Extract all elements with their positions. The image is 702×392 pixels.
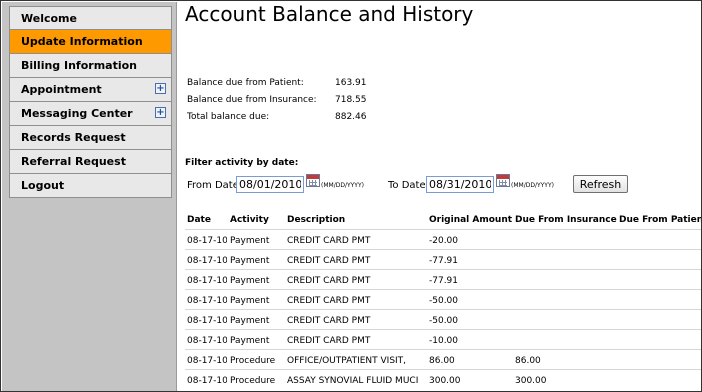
sidebar-item-messaging-center[interactable]: Messaging Center +: [9, 102, 172, 126]
cell-due-from-insurance: 300.00: [515, 376, 547, 386]
app-window: Welcome Update Information Billing Informa…: [0, 0, 702, 392]
sidebar-item-label: Billing Information: [21, 59, 137, 72]
sidebar: Welcome Update Information Billing Informa…: [2, 2, 177, 391]
refresh-button[interactable]: Refresh: [573, 175, 628, 193]
cell-activity: Payment: [230, 296, 270, 306]
table-row: 08-17-10 Payment CREDIT CARD PMT -50.00: [185, 309, 701, 329]
cell-original-amount: -77.91: [429, 276, 459, 286]
sidebar-item-appointment[interactable]: Appointment +: [9, 78, 172, 102]
cell-activity: Payment: [230, 316, 270, 326]
table-row: 08-17-10 Procedure OFFICE/OUTPATIENT VISIT…: [185, 349, 701, 369]
balance-label: Total balance due:: [187, 112, 270, 122]
cell-date: 08-17-10: [187, 316, 227, 326]
balance-value: 882.46: [335, 112, 367, 122]
cell-original-amount: -77.91: [429, 256, 459, 266]
calendar-icon[interactable]: [496, 174, 510, 187]
table-row: 08-17-10 Payment CREDIT CARD PMT -77.91: [185, 269, 701, 289]
sidebar-nav: Welcome Update Information Billing Informa…: [9, 6, 172, 198]
column-header-due-from-patient: Due From Patient: [619, 215, 702, 225]
page-title: Account Balance and History: [185, 2, 474, 26]
column-header-original-amount: Original Amount: [429, 215, 513, 225]
table-row: 08-17-10 Payment CREDIT CARD PMT -77.91: [185, 249, 701, 269]
cell-date: 08-17-10: [187, 236, 227, 246]
balance-label: Balance due from Insurance:: [187, 95, 317, 105]
cell-description: ASSAY SYNOVIAL FLUID MUCI: [287, 376, 419, 386]
sidebar-item-billing-information[interactable]: Billing Information: [9, 54, 172, 78]
sidebar-item-label: Records Request: [21, 131, 126, 144]
sidebar-item-referral-request[interactable]: Referral Request: [9, 150, 172, 174]
cell-original-amount: -50.00: [429, 316, 459, 326]
cell-activity: Payment: [230, 236, 270, 246]
to-date-format-hint: (MM/DD/YYYY): [511, 182, 554, 189]
sidebar-item-label: Appointment: [21, 83, 102, 96]
balance-label: Balance due from Patient:: [187, 78, 304, 88]
cell-date: 08-17-10: [187, 276, 227, 286]
cell-original-amount: -10.00: [429, 336, 459, 346]
cell-original-amount: -50.00: [429, 296, 459, 306]
cell-description: CREDIT CARD PMT: [287, 276, 371, 286]
cell-activity: Procedure: [230, 356, 276, 366]
to-date-input[interactable]: [426, 176, 494, 193]
sidebar-item-label: Messaging Center: [21, 107, 133, 120]
table-row: 08-17-10 Procedure ASSAY SYNOVIAL FLUID MU…: [185, 369, 701, 389]
cell-date: 08-17-10: [187, 296, 227, 306]
cell-original-amount: 300.00: [429, 376, 461, 386]
cell-due-from-insurance: 86.00: [515, 356, 541, 366]
cell-date: 08-17-10: [187, 336, 227, 346]
cell-description: CREDIT CARD PMT: [287, 296, 371, 306]
column-header-date: Date: [187, 215, 211, 225]
column-header-due-from-insurance: Due From Insurance: [515, 215, 617, 225]
cell-description: OFFICE/OUTPATIENT VISIT,: [287, 356, 407, 366]
from-date-label: From Date:: [187, 180, 243, 191]
sidebar-item-label: Logout: [21, 179, 65, 192]
cell-activity: Payment: [230, 256, 270, 266]
cell-date: 08-17-10: [187, 256, 227, 266]
sidebar-item-label: Update Information: [21, 35, 143, 48]
table-row: 08-17-10 Payment CREDIT CARD PMT -10.00: [185, 329, 701, 349]
calendar-icon[interactable]: [306, 174, 320, 187]
filter-heading: Filter activity by date:: [185, 158, 299, 168]
activity-table: Date Activity Description Original Amount Du…: [185, 209, 702, 389]
sidebar-item-label: Welcome: [21, 12, 77, 25]
table-row: 08-17-10 Payment CREDIT CARD PMT -50.00: [185, 289, 701, 309]
sidebar-item-welcome[interactable]: Welcome: [9, 6, 172, 30]
sidebar-item-logout[interactable]: Logout: [9, 174, 172, 198]
expand-icon[interactable]: +: [155, 83, 166, 94]
column-header-activity: Activity: [230, 215, 269, 225]
cell-date: 08-17-10: [187, 376, 227, 386]
cell-activity: Payment: [230, 276, 270, 286]
sidebar-item-records-request[interactable]: Records Request: [9, 126, 172, 150]
balance-value: 718.55: [335, 95, 367, 105]
cell-original-amount: 86.00: [429, 356, 455, 366]
cell-description: CREDIT CARD PMT: [287, 236, 371, 246]
table-header: Date Activity Description Original Amount Du…: [185, 209, 702, 229]
cell-activity: Procedure: [230, 376, 276, 386]
expand-icon[interactable]: +: [155, 107, 166, 118]
cell-description: CREDIT CARD PMT: [287, 256, 371, 266]
to-date-label: To Date:: [388, 180, 429, 191]
from-date-format-hint: (MM/DD/YYYY): [321, 182, 364, 189]
sidebar-item-label: Referral Request: [21, 155, 126, 168]
table-row: 08-17-10 Payment CREDIT CARD PMT -20.00: [185, 229, 701, 249]
sidebar-item-update-information[interactable]: Update Information: [9, 30, 172, 54]
cell-description: CREDIT CARD PMT: [287, 336, 371, 346]
column-header-description: Description: [287, 215, 346, 225]
cell-description: CREDIT CARD PMT: [287, 316, 371, 326]
cell-activity: Payment: [230, 336, 270, 346]
balance-value: 163.91: [335, 78, 367, 88]
from-date-input[interactable]: [236, 176, 304, 193]
main-content: Account Balance and History Balance due …: [185, 1, 702, 391]
cell-original-amount: -20.00: [429, 236, 459, 246]
cell-date: 08-17-10: [187, 356, 227, 366]
